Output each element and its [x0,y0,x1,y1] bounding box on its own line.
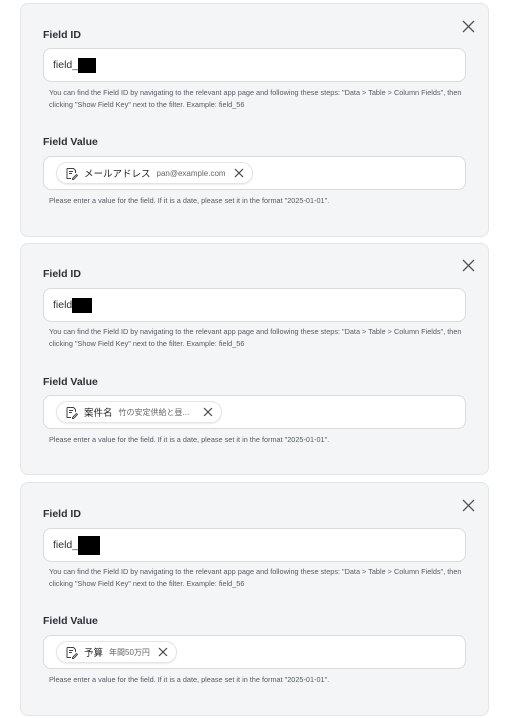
field-mapping-card: Field ID field You can find the Field ID… [20,243,489,475]
field-value-label: Field Value [43,615,98,627]
field-value-chip[interactable]: 案件名 竹の安定供給と昼... [56,401,223,423]
field-value-input[interactable]: 案件名 竹の安定供給と昼... [43,395,466,429]
redacted-block [78,57,97,73]
chip-field-value: pan@example.com [156,168,226,178]
field-value-label: Field Value [43,136,98,148]
field-id-value: field_ [53,539,79,551]
field-id-value: field_ [53,59,79,71]
redacted-block [78,535,101,555]
field-id-help-text: You can find the Field ID by navigating … [49,88,462,109]
redacted-block [72,297,93,313]
close-icon[interactable] [458,255,478,275]
chip-field-name: 案件名 [84,408,113,419]
field-value-input[interactable]: メールアドレス pan@example.com [43,156,466,190]
field-id-input[interactable]: field [43,288,466,322]
chip-field-name: メールアドレス [84,169,151,180]
remove-chip-icon[interactable] [234,168,244,178]
field-value-help-text: Please enter a value for the field. If i… [49,435,330,444]
chip-field-value: 年間50万円 [109,647,150,657]
field-value-help-text: Please enter a value for the field. If i… [49,196,330,205]
field-mapping-card: Field ID field_ You can find the Field I… [20,3,489,237]
field-id-help-text: You can find the Field ID by navigating … [49,567,462,588]
chip-field-name: 予算 [84,648,104,659]
chip-field-value: 竹の安定供給と昼... [118,407,190,417]
remove-chip-icon[interactable] [203,407,213,417]
field-value-help-text: Please enter a value for the field. If i… [49,675,330,684]
field-id-label: Field ID [43,268,81,280]
field-id-input[interactable]: field_ [43,48,466,82]
field-value-label: Field Value [43,376,98,388]
field-edit-icon [66,167,78,180]
close-icon[interactable] [458,495,478,515]
field-edit-icon [66,406,78,419]
close-icon[interactable] [458,16,478,36]
field-id-label: Field ID [43,29,81,41]
field-id-value: field [53,299,73,311]
remove-chip-icon[interactable] [158,647,168,657]
field-value-input[interactable]: 予算 年間50万円 [43,635,466,669]
field-edit-icon [66,646,78,659]
field-value-chip[interactable]: 予算 年間50万円 [56,641,177,663]
field-id-input[interactable]: field_ [43,528,466,562]
field-id-label: Field ID [43,508,81,520]
field-id-help-text: You can find the Field ID by navigating … [49,327,462,348]
field-mapping-card: Field ID field_ You can find the Field I… [20,482,489,716]
field-value-chip[interactable]: メールアドレス pan@example.com [56,162,253,184]
